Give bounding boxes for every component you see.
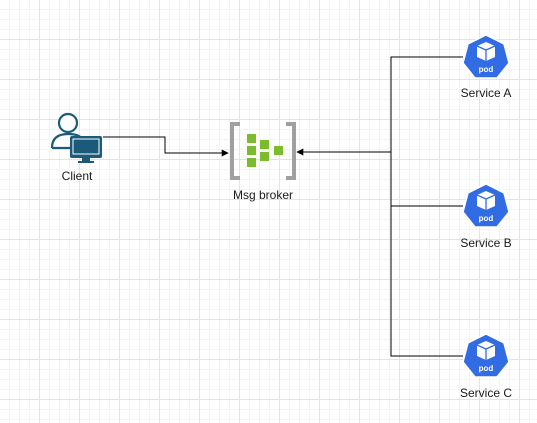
service-c-node[interactable]: pod <box>462 333 510 379</box>
edge-service-c[interactable] <box>390 152 463 357</box>
service-a-label: Service A <box>460 86 512 100</box>
kubernetes-pod-icon: pod <box>462 34 510 79</box>
msg-broker-node[interactable] <box>230 122 296 180</box>
kubernetes-pod-icon: pod <box>462 333 510 378</box>
edge-client-to-broker[interactable] <box>103 136 229 157</box>
edge-service-a[interactable] <box>390 56 463 152</box>
connectors <box>103 56 463 357</box>
message-broker-icon <box>230 122 296 180</box>
service-c-label: Service C <box>459 386 513 400</box>
kubernetes-pod-icon: pod <box>462 183 510 228</box>
pod-badge: pod <box>479 214 494 223</box>
edge-service-b[interactable] <box>390 152 463 207</box>
service-b-label: Service B <box>460 236 512 250</box>
pod-badge: pod <box>479 65 494 74</box>
diagram-canvas[interactable]: Client Msg broker pod Service A pod Serv… <box>0 0 537 423</box>
client-node[interactable] <box>50 112 104 164</box>
client-label: Client <box>61 169 93 183</box>
broker-label: Msg broker <box>232 188 294 202</box>
service-b-node[interactable]: pod <box>462 183 510 229</box>
user-computer-icon <box>50 112 102 163</box>
pod-badge: pod <box>479 364 494 373</box>
service-a-node[interactable]: pod <box>462 34 510 80</box>
